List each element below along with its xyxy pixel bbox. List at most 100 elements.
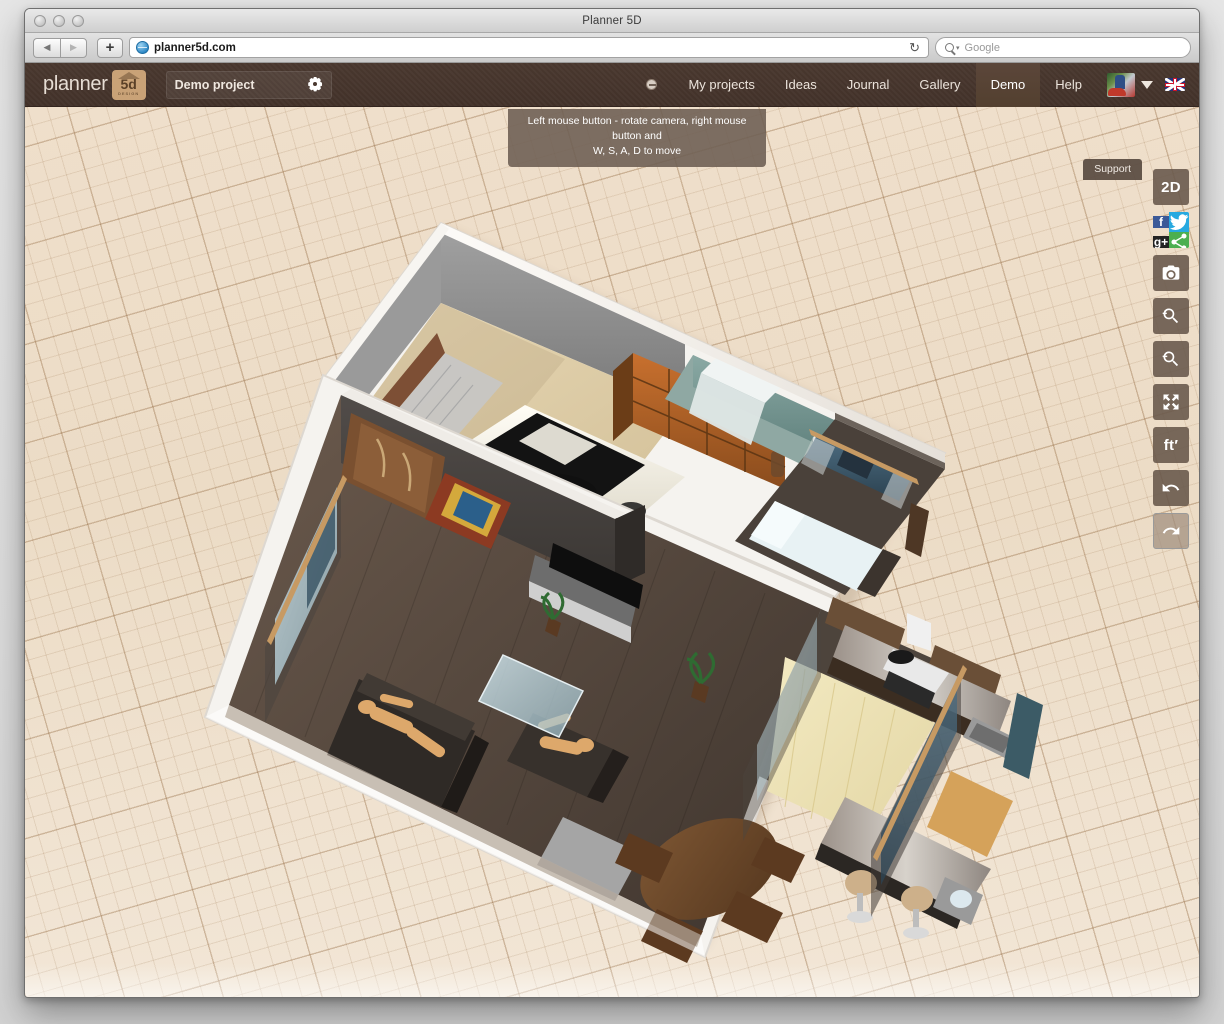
avatar[interactable] bbox=[1107, 73, 1135, 97]
chevron-down-icon[interactable]: ▾ bbox=[956, 44, 960, 52]
nav-item-demo[interactable]: Demo bbox=[976, 63, 1041, 107]
google-plus-icon[interactable]: g+ bbox=[1153, 236, 1169, 248]
kitchen-sink[interactable] bbox=[963, 717, 1017, 759]
potted-plant-left[interactable] bbox=[541, 593, 563, 637]
collapse-menu-button[interactable] bbox=[629, 63, 673, 107]
app-logo[interactable]: planner 5d DESIGN bbox=[25, 70, 160, 100]
window-title: Planner 5D bbox=[25, 15, 1199, 27]
social-share-buttons[interactable]: f g+ bbox=[1153, 212, 1189, 248]
bar-stool-1[interactable] bbox=[845, 870, 877, 923]
sports-car[interactable] bbox=[445, 405, 685, 537]
entry-door[interactable] bbox=[341, 413, 445, 523]
dining-chair-1 bbox=[615, 833, 673, 883]
minimize-button[interactable] bbox=[53, 15, 65, 27]
logo-badge-text: 5d bbox=[120, 77, 136, 91]
new-tab-button[interactable]: + bbox=[97, 38, 123, 58]
reload-icon[interactable]: ↻ bbox=[909, 40, 922, 56]
twitter-icon[interactable] bbox=[1169, 212, 1189, 232]
zoom-out-icon bbox=[1161, 349, 1181, 369]
mannequin-figure[interactable] bbox=[771, 442, 784, 477]
shower-top bbox=[701, 357, 781, 403]
nav-item-journal[interactable]: Journal bbox=[832, 63, 905, 107]
room-garage[interactable] bbox=[331, 231, 785, 537]
kitchen-base-cabinets bbox=[827, 657, 999, 749]
undo-icon bbox=[1161, 478, 1181, 498]
chevron-down-icon[interactable] bbox=[1141, 81, 1153, 89]
dining-chair-3 bbox=[641, 909, 703, 963]
armchair[interactable] bbox=[507, 713, 629, 803]
nav-item-my-projects[interactable]: My projects bbox=[673, 63, 769, 107]
garage-shelving[interactable] bbox=[613, 353, 785, 489]
right-window-wall[interactable] bbox=[743, 609, 821, 841]
bed[interactable] bbox=[749, 501, 901, 597]
potted-plant-right[interactable] bbox=[687, 653, 714, 703]
mannequin-on-armchair[interactable] bbox=[537, 712, 594, 755]
globe-icon bbox=[136, 41, 149, 54]
undo-button[interactable] bbox=[1153, 470, 1189, 506]
sofa[interactable] bbox=[327, 673, 489, 813]
range-hood[interactable] bbox=[883, 613, 949, 693]
forward-icon[interactable]: ▶ bbox=[60, 38, 87, 58]
kitchen-upper-cabinets-right bbox=[927, 645, 1001, 701]
camera-icon bbox=[1161, 263, 1181, 283]
washing-machine[interactable] bbox=[933, 877, 983, 925]
url-text: planner5d.com bbox=[154, 42, 236, 54]
tv-and-stand[interactable] bbox=[529, 543, 643, 643]
kitchen-counter bbox=[833, 625, 1011, 733]
view-toggle-2d-button[interactable]: 2D bbox=[1153, 169, 1189, 205]
close-button[interactable] bbox=[34, 15, 46, 27]
kitchen-floor bbox=[757, 609, 961, 831]
nav-item-gallery[interactable]: Gallery bbox=[904, 63, 975, 107]
living-window-wall[interactable] bbox=[265, 475, 347, 723]
glass-coffee-table[interactable] bbox=[479, 655, 583, 737]
address-bar[interactable]: planner5d.com ↻ bbox=[129, 37, 929, 58]
units-toggle-button[interactable]: ft′ bbox=[1153, 427, 1189, 463]
logo-badge-sub: DESIGN bbox=[118, 92, 139, 96]
building-shadow bbox=[235, 227, 925, 947]
shower-cabin bbox=[689, 373, 765, 445]
zoom-in-button[interactable] bbox=[1153, 298, 1189, 334]
bedroom-floor bbox=[735, 419, 945, 595]
design-canvas[interactable]: Left mouse button - rotate camera, right… bbox=[25, 107, 1199, 997]
navigation-buttons[interactable]: ◀ ▶ bbox=[33, 38, 87, 58]
window-controls[interactable] bbox=[25, 15, 84, 27]
kitchen-cupboard bbox=[927, 771, 1013, 857]
bar-stool-2[interactable] bbox=[901, 886, 933, 939]
front-wall-cap bbox=[205, 705, 705, 957]
hint-line-1: Left mouse button - rotate camera, right… bbox=[516, 114, 758, 144]
fullscreen-button[interactable] bbox=[1153, 384, 1189, 420]
lower-slab bbox=[205, 375, 835, 957]
project-name-field[interactable]: Demo project bbox=[166, 71, 332, 99]
room-bathroom[interactable] bbox=[665, 355, 845, 469]
nav-item-help[interactable]: Help bbox=[1040, 63, 1097, 107]
maximize-button[interactable] bbox=[72, 15, 84, 27]
garage-left-wall bbox=[331, 231, 441, 443]
room-kitchen[interactable] bbox=[757, 597, 1043, 939]
gear-icon[interactable] bbox=[308, 77, 323, 92]
dining-window-wall[interactable] bbox=[871, 665, 967, 917]
camera-hint-tooltip: Left mouse button - rotate camera, right… bbox=[508, 109, 766, 167]
garage-door[interactable] bbox=[335, 333, 503, 505]
bedroom-window[interactable] bbox=[801, 429, 919, 509]
facebook-icon[interactable]: f bbox=[1153, 216, 1169, 228]
redo-button[interactable] bbox=[1153, 513, 1189, 549]
dining-table bbox=[625, 799, 794, 940]
search-input[interactable]: ▾ Google bbox=[935, 37, 1191, 58]
logo-badge-icon: 5d DESIGN bbox=[112, 70, 146, 100]
room-bedroom[interactable] bbox=[735, 407, 945, 597]
expand-arrows-icon bbox=[1161, 392, 1181, 412]
support-button[interactable]: Support bbox=[1083, 159, 1142, 180]
screenshot-button[interactable] bbox=[1153, 255, 1189, 291]
bathroom-back-wall bbox=[693, 355, 845, 457]
share-icon[interactable] bbox=[1169, 232, 1189, 248]
project-name-label: Demo project bbox=[175, 78, 255, 92]
back-icon[interactable]: ◀ bbox=[33, 38, 60, 58]
app-header: planner 5d DESIGN Demo project My projec… bbox=[25, 63, 1199, 107]
uk-flag-icon[interactable] bbox=[1165, 78, 1185, 91]
room-dining[interactable] bbox=[615, 799, 805, 963]
floor-plan-3d-model[interactable] bbox=[145, 157, 1045, 997]
kitchen-island[interactable] bbox=[815, 797, 991, 929]
zoom-out-button[interactable] bbox=[1153, 341, 1189, 377]
nav-item-ideas[interactable]: Ideas bbox=[770, 63, 832, 107]
mannequin-on-sofa[interactable] bbox=[358, 693, 447, 759]
